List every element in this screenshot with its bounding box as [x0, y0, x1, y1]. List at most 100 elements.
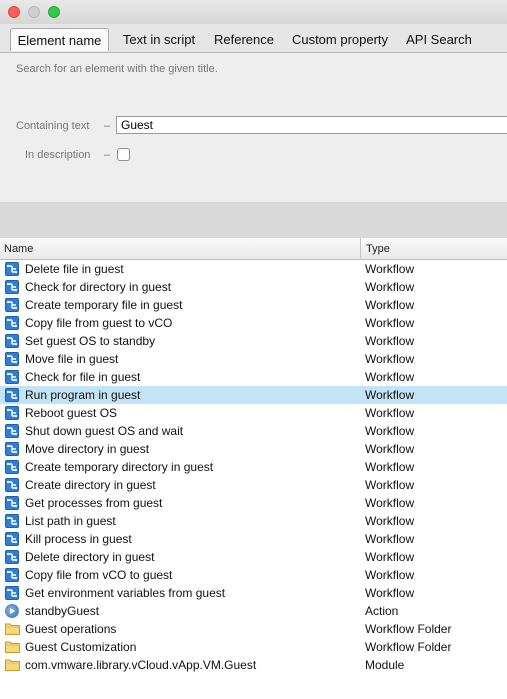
table-row[interactable]: List path in guest Workflow	[0, 512, 507, 530]
workflow-icon	[5, 298, 19, 312]
row-type: Workflow Folder	[365, 640, 452, 654]
row-type: Workflow Folder	[365, 622, 452, 636]
workflow-icon	[5, 460, 19, 474]
workflow-icon	[5, 406, 19, 420]
minimize-window-button[interactable]	[28, 6, 40, 18]
in-description-checkbox[interactable]	[117, 148, 130, 161]
column-header-type[interactable]: Type	[366, 238, 390, 259]
label-dash: –	[104, 120, 111, 132]
row-type: Workflow	[365, 514, 415, 528]
table-row[interactable]: Get processes from guest Workflow	[0, 494, 507, 512]
row-type: Workflow	[365, 424, 415, 438]
panel-divider	[0, 202, 507, 238]
row-name: Shut down guest OS and wait	[25, 424, 184, 438]
table-row[interactable]: Delete directory in guest Workflow	[0, 548, 507, 566]
table-row[interactable]: Shut down guest OS and wait Workflow	[0, 422, 507, 440]
row-type: Workflow	[365, 262, 415, 276]
row-type: Workflow	[365, 370, 415, 384]
row-name: List path in guest	[25, 514, 116, 528]
tab-text-in-script[interactable]: Text in script	[112, 28, 206, 51]
workflow-icon	[5, 334, 19, 348]
action-icon	[5, 604, 19, 618]
row-type: Workflow	[365, 334, 415, 348]
row-type: Action	[365, 604, 399, 618]
row-name: Guest Customization	[25, 640, 137, 654]
table-row[interactable]: Copy file from guest to vCO Workflow	[0, 314, 507, 332]
row-name: Guest operations	[25, 622, 117, 636]
table-row[interactable]: Get environment variables from guest Work…	[0, 584, 507, 602]
row-name: standbyGuest	[25, 604, 100, 618]
row-type: Workflow	[365, 316, 415, 330]
table-row[interactable]: Reboot guest OS Workflow	[0, 404, 507, 422]
workflow-icon	[5, 370, 19, 384]
workflow-icon	[5, 280, 19, 294]
row-name: Copy file from vCO to guest	[25, 568, 173, 582]
table-row[interactable]: Copy file from vCO to guest Workflow	[0, 566, 507, 584]
workflow-icon	[5, 550, 19, 564]
table-row[interactable]: Create temporary directory in guest Workf…	[0, 458, 507, 476]
table-row[interactable]: Guest operations Workflow Folder	[0, 620, 507, 638]
folder-icon	[5, 640, 20, 654]
row-name: Check for directory in guest	[25, 280, 172, 294]
results-table: Name Type Delete file in guest Workflow Ch…	[0, 238, 507, 699]
workflow-icon	[5, 442, 19, 456]
row-name: Kill process in guest	[25, 532, 132, 546]
search-hint: Search for an element with the given tit…	[16, 63, 218, 75]
zoom-window-button[interactable]	[48, 6, 60, 18]
workflow-icon	[5, 262, 19, 276]
search-tabs: Element name Text in script Reference Cu…	[0, 24, 507, 53]
row-name: Check for file in guest	[25, 370, 141, 384]
row-name: Move directory in guest	[25, 442, 150, 456]
workflow-icon	[5, 586, 19, 600]
table-row[interactable]: Move directory in guest Workflow	[0, 440, 507, 458]
row-name: Create directory in guest	[25, 478, 156, 492]
table-row[interactable]: Delete file in guest Workflow	[0, 260, 507, 278]
folder-icon	[5, 622, 20, 636]
workflow-icon	[5, 388, 19, 402]
row-type: Module	[365, 658, 405, 672]
in-description-label: In description	[25, 149, 91, 161]
table-row[interactable]: Move file in guest Workflow	[0, 350, 507, 368]
workflow-icon	[5, 316, 19, 330]
workflow-icon	[5, 424, 19, 438]
column-header-name[interactable]: Name	[4, 238, 33, 259]
table-row[interactable]: Create temporary file in guest Workflow	[0, 296, 507, 314]
table-row[interactable]: Create directory in guest Workflow	[0, 476, 507, 494]
row-type: Workflow	[365, 586, 415, 600]
row-type: Workflow	[365, 406, 415, 420]
column-separator[interactable]	[360, 238, 361, 259]
workflow-icon	[5, 478, 19, 492]
table-row[interactable]: Run program in guest Workflow	[0, 386, 507, 404]
containing-text-input[interactable]: Guest	[116, 116, 507, 134]
table-row[interactable]: standbyGuest Action	[0, 602, 507, 620]
tab-element-name[interactable]: Element name	[10, 28, 109, 51]
close-window-button[interactable]	[8, 6, 20, 18]
folder-icon	[5, 658, 20, 672]
row-name: com.vmware.library.vCloud.vApp.VM.Guest	[25, 658, 257, 672]
row-type: Workflow	[365, 460, 415, 474]
workflow-icon	[5, 568, 19, 582]
row-name: Get processes from guest	[25, 496, 163, 510]
table-row[interactable]: Kill process in guest Workflow	[0, 530, 507, 548]
containing-text-label: Containing text	[16, 120, 90, 132]
tab-reference[interactable]: Reference	[208, 28, 280, 51]
row-type: Workflow	[365, 550, 415, 564]
tab-api-search[interactable]: API Search	[399, 28, 479, 51]
row-name: Create temporary file in guest	[25, 298, 183, 312]
workflow-icon	[5, 352, 19, 366]
table-row[interactable]: Check for directory in guest Workflow	[0, 278, 507, 296]
search-panel: Search for an element with the given tit…	[0, 53, 507, 202]
row-name: Copy file from guest to vCO	[25, 316, 173, 330]
row-type: Workflow	[365, 442, 415, 456]
row-name: Set guest OS to standby	[25, 334, 156, 348]
row-name: Delete directory in guest	[25, 550, 155, 564]
row-type: Workflow	[365, 568, 415, 582]
table-row[interactable]: Guest Customization Workflow Folder	[0, 638, 507, 656]
table-row[interactable]: Set guest OS to standby Workflow	[0, 332, 507, 350]
table-row[interactable]: com.vmware.library.vCloud.vApp.VM.Guest M…	[0, 656, 507, 674]
row-name: Run program in guest	[25, 388, 141, 402]
table-row[interactable]: Check for file in guest Workflow	[0, 368, 507, 386]
tab-custom-property[interactable]: Custom property	[284, 28, 396, 51]
workflow-icon	[5, 496, 19, 510]
row-name: Get environment variables from guest	[25, 586, 226, 600]
